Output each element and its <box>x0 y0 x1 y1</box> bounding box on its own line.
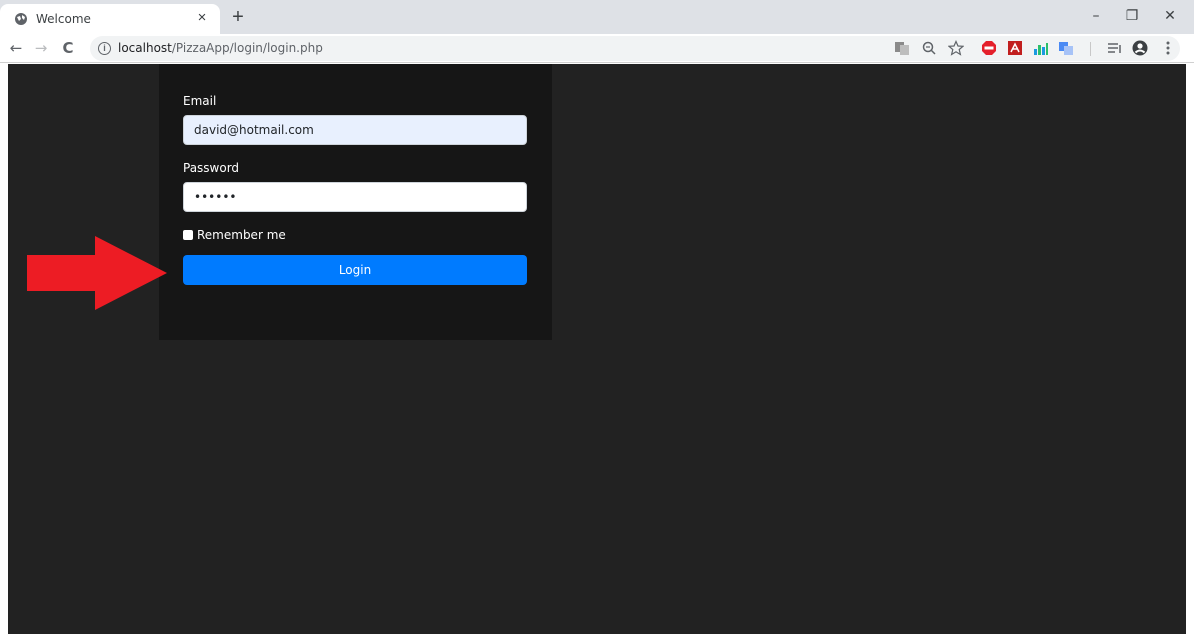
tab-title: Welcome <box>36 12 91 26</box>
new-tab-button[interactable]: + <box>228 7 248 28</box>
profile-icon[interactable] <box>1132 40 1148 56</box>
tab-welcome[interactable]: Welcome × <box>0 4 220 34</box>
login-form: Email david@hotmail.com Password •••••• … <box>159 64 552 340</box>
url-text[interactable]: localhost/PizzaApp/login/login.php <box>118 41 323 55</box>
url-host: localhost <box>118 41 172 55</box>
menu-icon[interactable] <box>1160 40 1176 56</box>
password-label: Password <box>183 161 240 175</box>
zoom-icon[interactable] <box>921 40 937 56</box>
toolbar-divider <box>1090 42 1091 56</box>
remember-label[interactable]: Remember me <box>197 228 286 242</box>
restore-button[interactable]: ❐ <box>1112 4 1152 28</box>
password-field[interactable]: •••••• <box>183 182 527 212</box>
minimize-button[interactable]: – <box>1076 4 1116 28</box>
remember-row: Remember me <box>183 227 286 243</box>
extension-translate-icon[interactable] <box>1058 40 1074 56</box>
email-label: Email <box>183 94 217 108</box>
reading-list-icon[interactable] <box>1107 40 1123 56</box>
tab-strip: Welcome × + – ❐ ✕ <box>0 0 1194 34</box>
email-field[interactable]: david@hotmail.com <box>183 115 527 145</box>
info-icon[interactable]: i <box>98 42 111 55</box>
acrobat-icon[interactable] <box>1007 40 1023 56</box>
remember-checkbox[interactable] <box>183 230 193 240</box>
translate-icon[interactable] <box>894 40 910 56</box>
globe-icon <box>15 13 27 25</box>
url-path: /PizzaApp/login/login.php <box>171 41 323 55</box>
bookmark-star-icon[interactable] <box>948 40 964 56</box>
adblock-plus-icon[interactable] <box>981 40 997 56</box>
login-button[interactable]: Login <box>183 255 527 285</box>
page-viewport: Email david@hotmail.com Password •••••• … <box>8 64 1186 634</box>
red-arrow-icon <box>27 236 167 310</box>
close-window-button[interactable]: ✕ <box>1150 4 1190 28</box>
forward-button[interactable]: → <box>31 38 51 58</box>
tab-close-icon[interactable]: × <box>193 9 211 27</box>
back-button[interactable]: ← <box>6 38 26 58</box>
extension-bars-icon[interactable] <box>1033 40 1049 56</box>
reload-button[interactable]: C <box>58 38 78 58</box>
